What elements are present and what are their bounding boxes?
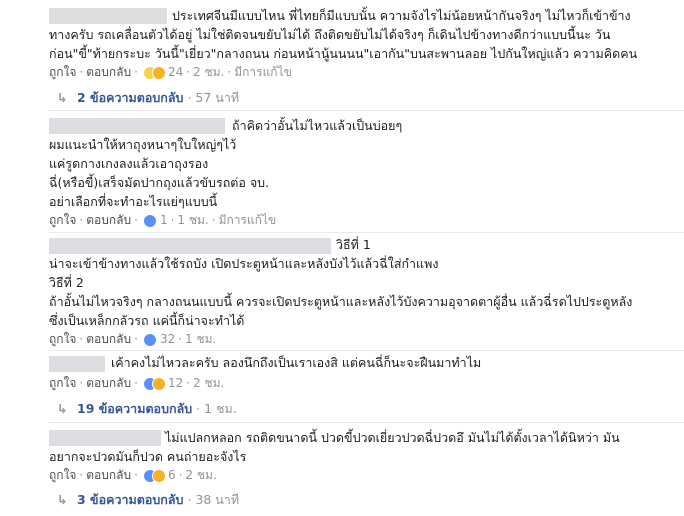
comment-text-line: อย่าเลือกที่จะทำอะไรแย่ๆแบบนี้ (49, 194, 218, 209)
comment-actions: ถูกใจ · ตอบกลับ · 24 · 2 ชม. · มีการแก้ไข (49, 65, 292, 80)
view-replies-link[interactable]: ↳ 3 ข้อความตอบกลับ · 38 นาที (57, 492, 239, 508)
replies-count[interactable]: 3 ข้อความตอบกลับ (77, 492, 183, 507)
like-button[interactable]: ถูกใจ (49, 468, 76, 482)
comment-text-line: วิธีที่ 2 (49, 275, 84, 290)
like-reaction-icon (142, 332, 157, 347)
reply-button[interactable]: ตอบกลับ (86, 213, 131, 227)
comment-text-line: แค่รูดกางเกงลงแล้วเอาถุงรอง (49, 156, 209, 171)
commenter-name-redacted[interactable] (49, 118, 225, 134)
edited-label[interactable]: มีการแก้ไข (219, 213, 277, 227)
comment-text-line: ไม่แปลกหลอก รถติดขนาดนี้ ปวดขี้ปวดเยี่ยว… (165, 430, 620, 445)
replies-count[interactable]: 19 ข้อความตอบกลับ (77, 401, 192, 416)
reaction-icons[interactable] (142, 65, 166, 80)
like-button[interactable]: ถูกใจ (49, 376, 76, 390)
reaction-count[interactable]: 24 (168, 65, 183, 79)
reaction-icons[interactable] (142, 332, 157, 347)
comment-text-line: น่าจะเข้าข้างทางแล้วใช้รถบัง เปิดประตูหน… (49, 256, 439, 271)
reply-arrow-icon: ↳ (57, 401, 68, 416)
comment-time[interactable]: 1 ชม. (177, 213, 208, 227)
comment-text-line: ถ้าอั้นไม่ไหวจริงๆ กลางถนนแบบนี้ ควรจะเป… (49, 294, 633, 309)
comment-actions: ถูกใจ · ตอบกลับ · 32 · 1 ชม. (49, 332, 217, 347)
comment-time[interactable]: 2 ชม. (185, 468, 216, 482)
comment-time[interactable]: 1 ชม. (185, 332, 216, 346)
comment-text-line: ถ้าคิดว่าอั้นไม่ไหวแล้วเป็นบ่อยๆ (232, 118, 403, 133)
comment-text-line: อยากจะปวดมันก็ปวด คนถ่ายอะจังไร (49, 449, 247, 464)
replies-time: 1 ชม. (204, 401, 237, 416)
comment-text-line: ซึ่งเป็นเหล็กกลัวรถ แค่นี้ก็น่าจะทำได้ (49, 313, 245, 328)
reaction-icons[interactable] (142, 213, 157, 228)
divider (48, 110, 684, 111)
comment-text-line: ทางครับ รถเคลื่อนตัวได้อยู่ ไม่ใช่ติดจนข… (49, 27, 611, 42)
replies-count[interactable]: 2 ข้อความตอบกลับ (77, 90, 183, 105)
replies-time: 38 นาที (195, 492, 240, 507)
comment-actions: ถูกใจ · ตอบกลับ · 12 · 2 ชม. (49, 376, 225, 391)
comment-text-line: ประเทศจีนมีแบบไหน พี่ไทยก็มีแบบนั้น ความ… (172, 8, 631, 23)
like-button[interactable]: ถูกใจ (49, 213, 76, 227)
laugh-reaction-icon (151, 376, 166, 391)
reaction-icons[interactable] (142, 468, 166, 483)
reply-button[interactable]: ตอบกลับ (86, 332, 131, 346)
reaction-count[interactable]: 12 (168, 376, 183, 390)
comment-text-line: วิธีที่ 1 (336, 237, 371, 252)
like-button[interactable]: ถูกใจ (49, 65, 76, 79)
comment-time[interactable]: 2 ชม. (193, 376, 224, 390)
reaction-count[interactable]: 1 (160, 213, 168, 227)
commenter-name-redacted[interactable] (49, 8, 167, 24)
view-replies-link[interactable]: ↳ 2 ข้อความตอบกลับ · 57 นาที (57, 90, 239, 106)
reaction-icons[interactable] (142, 376, 166, 391)
comment-actions: ถูกใจ · ตอบกลับ · 1 · 1 ชม. · มีการแก้ไข (49, 213, 277, 228)
comment-text-line: เค้าคงไม่ไหวละครับ ลองนึกถึงเป็นเราเองสิ… (111, 355, 482, 370)
reply-button[interactable]: ตอบกลับ (86, 65, 131, 79)
like-button[interactable]: ถูกใจ (49, 332, 76, 346)
laugh-reaction-icon (151, 65, 166, 80)
like-reaction-icon (142, 213, 157, 228)
divider (48, 232, 684, 233)
reply-arrow-icon: ↳ (57, 492, 68, 507)
edited-label[interactable]: มีการแก้ไข (234, 65, 292, 79)
reaction-count[interactable]: 6 (168, 468, 176, 482)
divider (48, 350, 684, 351)
reaction-count[interactable]: 32 (160, 332, 175, 346)
reply-button[interactable]: ตอบกลับ (86, 376, 131, 390)
comment-text-line: ก่อน"ขี้"ท้ายกระบะ วันนี้"เยี่ยว"กลางถนน… (49, 46, 638, 61)
reply-arrow-icon: ↳ (57, 90, 68, 105)
view-replies-link[interactable]: ↳ 19 ข้อความตอบกลับ · 1 ชม. (57, 401, 237, 417)
comment-text-line: ฉี่(หรือขี้)เสร็จมัดปากถุงแล้วขับรถต่อ จ… (49, 175, 270, 190)
laugh-reaction-icon (151, 468, 166, 483)
comment-time[interactable]: 2 ชม. (193, 65, 224, 79)
commenter-name-redacted[interactable] (49, 430, 161, 446)
reply-button[interactable]: ตอบกลับ (86, 468, 131, 482)
commenter-name-redacted[interactable] (49, 356, 105, 372)
divider (48, 422, 684, 423)
comment-actions: ถูกใจ · ตอบกลับ · 6 · 2 ชม. (49, 468, 217, 483)
replies-time: 57 นาที (195, 90, 240, 105)
commenter-name-redacted[interactable] (49, 238, 331, 254)
comment-text-line: ผมแนะนำให้หาถุงหนาๆใบใหญ่ๆไว้ (49, 137, 237, 152)
